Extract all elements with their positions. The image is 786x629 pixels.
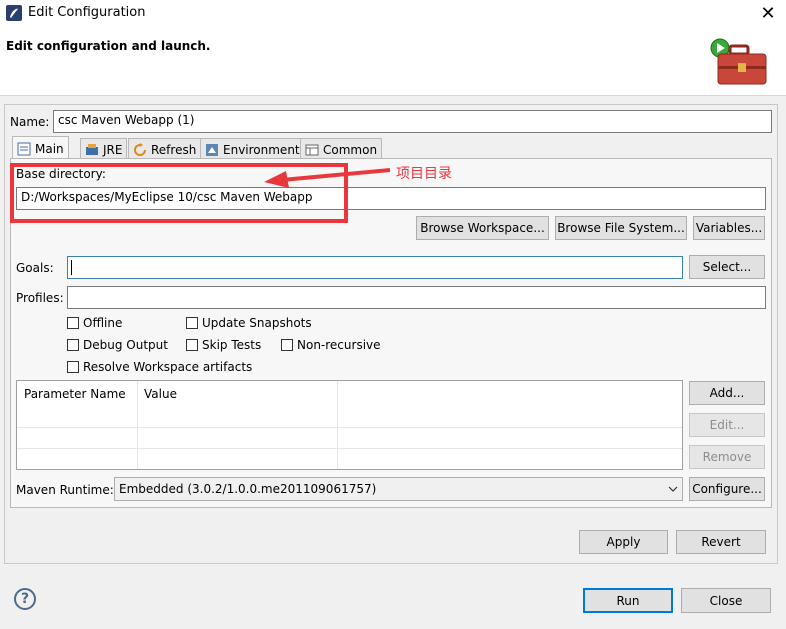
tab-jre-label: JRE <box>103 142 123 157</box>
run-button[interactable]: Run <box>583 588 673 613</box>
remove-parameter-button[interactable]: Remove <box>689 445 765 469</box>
column-header-parameter-name[interactable]: Parameter Name <box>24 387 126 401</box>
environment-icon <box>206 143 218 156</box>
parameters-table[interactable]: Parameter Name Value <box>16 380 683 470</box>
help-icon[interactable]: ? <box>14 588 36 610</box>
browse-file-system-button[interactable]: Browse File System... <box>555 216 687 240</box>
column-divider <box>137 381 138 469</box>
tab-refresh[interactable]: Refresh <box>128 138 202 160</box>
profiles-field[interactable] <box>67 286 766 309</box>
tab-environment[interactable]: Environment <box>200 138 305 160</box>
column-divider <box>337 381 338 469</box>
text-cursor <box>71 260 72 275</box>
maven-runtime-label: Maven Runtime: <box>16 483 114 497</box>
update-snapshots-checkbox-box[interactable] <box>186 317 198 329</box>
tab-jre[interactable]: JRE <box>80 138 128 160</box>
chevron-down-icon <box>668 486 678 492</box>
tab-environment-label: Environment <box>223 142 300 157</box>
goals-field[interactable] <box>67 256 683 279</box>
variables-button[interactable]: Variables... <box>693 216 765 240</box>
debug-output-checkbox-box[interactable] <box>67 339 79 351</box>
skip-tests-checkbox[interactable]: Skip Tests <box>186 338 261 352</box>
dialog-header <box>0 26 786 96</box>
row-divider <box>17 448 682 449</box>
revert-button[interactable]: Revert <box>676 530 766 554</box>
row-divider <box>17 427 682 428</box>
tab-refresh-label: Refresh <box>151 142 197 157</box>
edit-parameter-button[interactable]: Edit... <box>689 413 765 437</box>
skip-tests-label: Skip Tests <box>202 338 262 352</box>
eclipse-app-icon <box>6 5 22 21</box>
main-tab-icon <box>17 142 31 155</box>
header-message: Edit configuration and launch. <box>6 39 211 53</box>
non-recursive-checkbox-box[interactable] <box>281 339 293 351</box>
resolve-workspace-checkbox-box[interactable] <box>67 361 79 373</box>
base-directory-label: Base directory: <box>16 167 106 181</box>
non-recursive-label: Non-recursive <box>297 338 381 352</box>
maven-runtime-select[interactable]: Embedded (3.0.2/1.0.0.me201109061757) <box>114 477 683 501</box>
common-icon <box>305 144 319 155</box>
debug-output-checkbox[interactable]: Debug Output <box>67 338 168 352</box>
select-goals-button[interactable]: Select... <box>689 255 765 279</box>
offline-label: Offline <box>83 316 123 330</box>
refresh-icon <box>134 142 146 156</box>
skip-tests-checkbox-box[interactable] <box>186 339 198 351</box>
update-snapshots-checkbox[interactable]: Update Snapshots <box>186 316 312 330</box>
tab-common-label: Common <box>323 142 378 157</box>
add-parameter-button[interactable]: Add... <box>689 381 765 405</box>
resolve-workspace-checkbox[interactable]: Resolve Workspace artifacts <box>67 360 252 374</box>
tab-common[interactable]: Common <box>300 138 383 160</box>
jre-icon <box>86 143 98 155</box>
name-label: Name: <box>10 115 50 129</box>
column-header-value[interactable]: Value <box>144 387 177 401</box>
annotation-text: 项目目录 <box>396 166 452 182</box>
resolve-workspace-label: Resolve Workspace artifacts <box>83 360 253 374</box>
maven-runtime-value: Embedded (3.0.2/1.0.0.me201109061757) <box>119 482 377 496</box>
annotation-arrow-icon <box>264 168 391 188</box>
close-icon[interactable]: ✕ <box>758 3 778 24</box>
non-recursive-checkbox[interactable]: Non-recursive <box>281 338 381 352</box>
offline-checkbox[interactable]: Offline <box>67 316 122 330</box>
offline-checkbox-box[interactable] <box>67 317 79 329</box>
debug-output-label: Debug Output <box>83 338 168 352</box>
close-button[interactable]: Close <box>681 588 771 613</box>
run-toolbox-icon <box>710 38 767 85</box>
apply-button[interactable]: Apply <box>579 530 668 554</box>
configure-runtime-button[interactable]: Configure... <box>689 477 765 501</box>
profiles-label: Profiles: <box>16 291 64 305</box>
goals-label: Goals: <box>16 261 54 275</box>
tab-main-label: Main <box>35 141 64 156</box>
update-snapshots-label: Update Snapshots <box>202 316 312 330</box>
base-directory-field[interactable]: D:/Workspaces/MyEclipse 10/csc Maven Web… <box>16 187 766 210</box>
tab-main[interactable]: Main <box>12 136 69 160</box>
browse-workspace-button[interactable]: Browse Workspace... <box>416 216 549 240</box>
window-title: Edit Configuration <box>28 5 146 20</box>
name-field[interactable]: csc Maven Webapp (1) <box>53 110 772 133</box>
